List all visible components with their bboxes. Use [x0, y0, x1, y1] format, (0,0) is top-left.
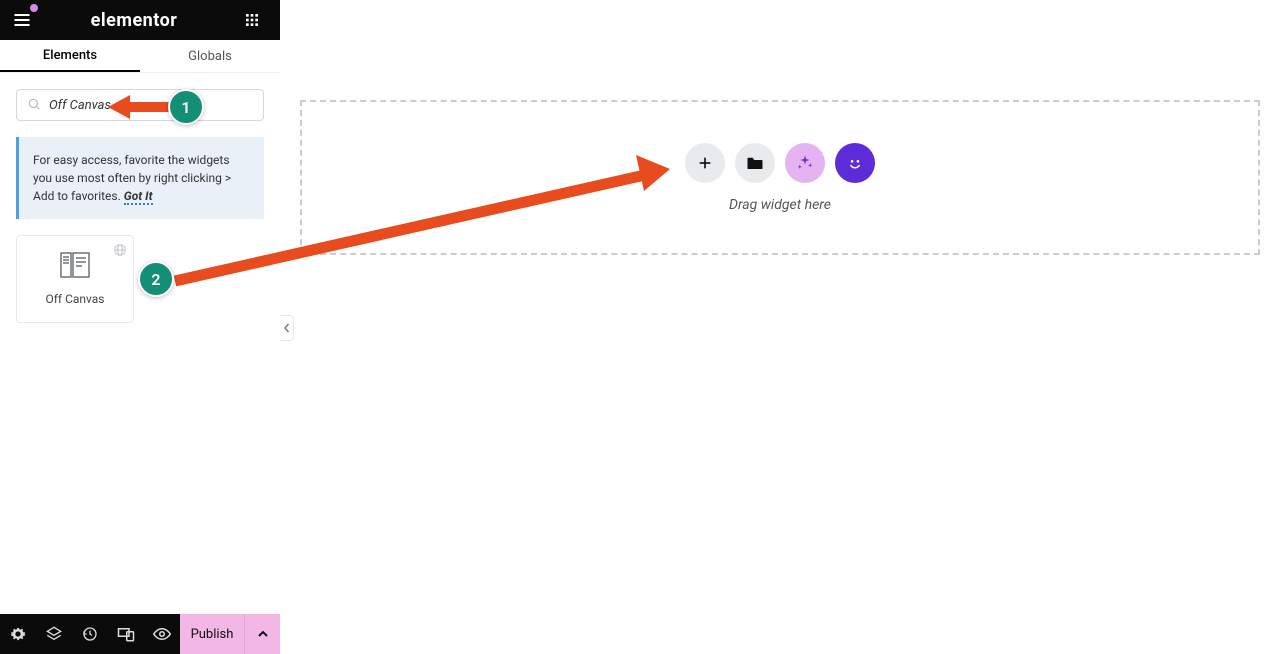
plus-icon: [697, 155, 713, 171]
eye-icon: [153, 626, 171, 642]
assistant-button[interactable]: [835, 143, 875, 183]
folder-icon: [746, 155, 764, 171]
annotation-badge-1: 1: [168, 89, 204, 125]
publish-button[interactable]: Publish: [180, 614, 244, 654]
off-canvas-icon: [60, 252, 90, 282]
add-section-button[interactable]: [685, 143, 725, 183]
sparkle-icon: [796, 154, 814, 172]
layers-icon: [46, 626, 62, 642]
preview-button[interactable]: [144, 614, 180, 654]
sidebar-header: elementor: [0, 0, 280, 40]
annotation-arrow-1: [108, 92, 176, 122]
chevron-up-icon: [257, 628, 269, 640]
chevron-left-icon: [283, 323, 291, 333]
add-template-button[interactable]: [735, 143, 775, 183]
apps-menu-button[interactable]: [234, 0, 270, 40]
menu-icon: [12, 10, 32, 30]
tab-elements[interactable]: Elements: [0, 40, 140, 72]
widget-label: Off Canvas: [46, 292, 105, 306]
gear-icon: [10, 626, 26, 642]
tab-globals[interactable]: Globals: [140, 40, 280, 72]
notification-dot: [30, 4, 38, 12]
apps-icon: [244, 12, 260, 28]
annotation-arrow-2: [170, 153, 680, 288]
settings-button[interactable]: [0, 614, 36, 654]
editor-footer: Publish: [0, 614, 280, 654]
history-icon: [82, 626, 98, 642]
global-indicator-icon: [113, 242, 127, 261]
tip-dismiss-link[interactable]: Got It: [124, 189, 153, 205]
history-button[interactable]: [72, 614, 108, 654]
collapse-sidebar-button[interactable]: [280, 315, 294, 341]
annotation-badge-2: 2: [138, 261, 174, 297]
responsive-button[interactable]: [108, 614, 144, 654]
widget-off-canvas[interactable]: Off Canvas: [16, 235, 134, 323]
dropzone-hint: Drag widget here: [729, 197, 831, 213]
dropzone-actions: [685, 143, 875, 183]
search-icon: [27, 96, 41, 115]
panel-tabs: Elements Globals: [0, 40, 280, 73]
face-icon: [845, 153, 865, 173]
navigator-button[interactable]: [36, 614, 72, 654]
main-menu-button[interactable]: [10, 8, 34, 32]
devices-icon: [117, 626, 135, 642]
brand-logo: elementor: [91, 10, 178, 31]
ai-button[interactable]: [785, 143, 825, 183]
publish-options-button[interactable]: [244, 614, 280, 654]
